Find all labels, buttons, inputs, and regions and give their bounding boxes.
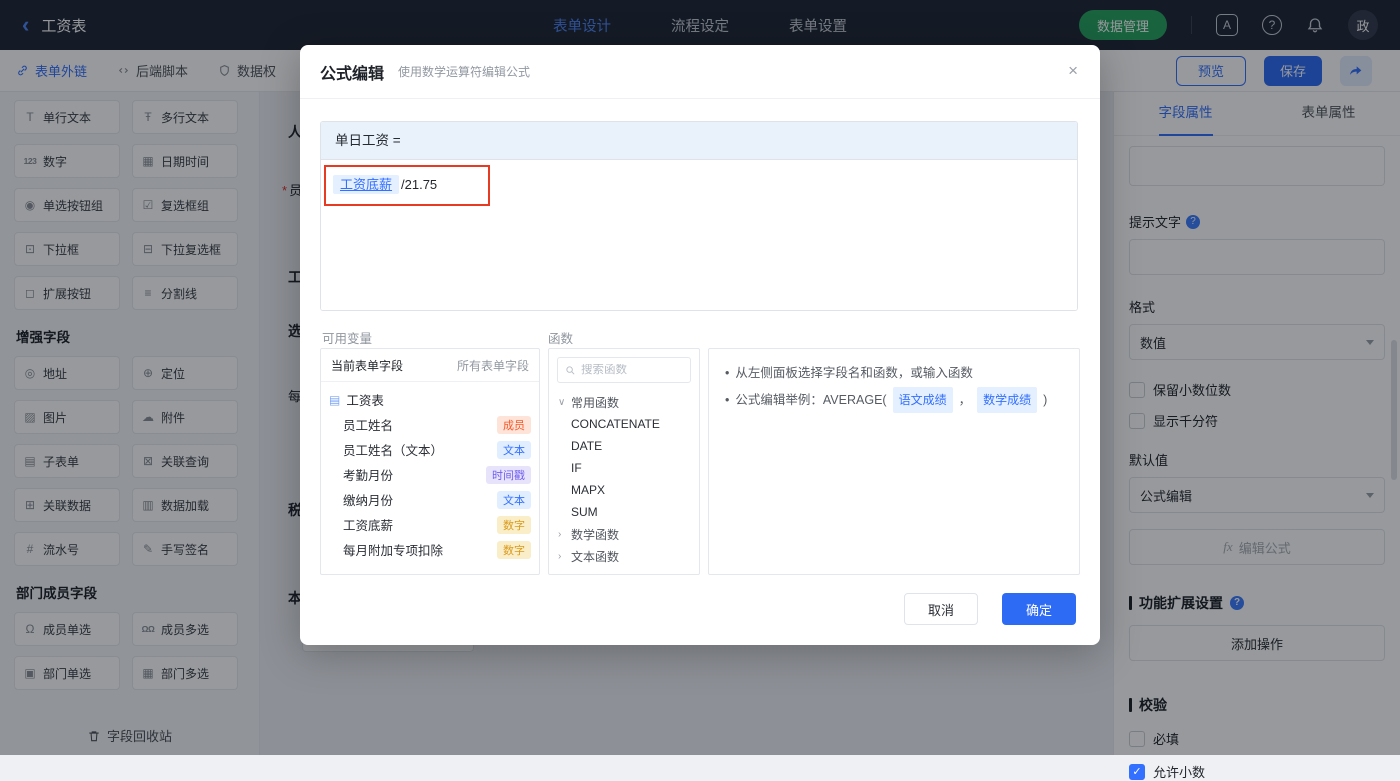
function-item[interactable]: CONCATENATE (549, 413, 699, 435)
function-item[interactable]: IF (549, 457, 699, 479)
function-group-common[interactable]: ∨ 常用函数 (549, 391, 699, 413)
variable-row[interactable]: 每月附加专项扣除数字 (329, 537, 531, 562)
confirm-button[interactable]: 确定 (1002, 593, 1076, 625)
modal-header: 公式编辑 使用数学运算符编辑公式 (300, 45, 1100, 99)
formula-editor-modal: 公式编辑 使用数学运算符编辑公式 × 单日工资 = 工资底薪/21.75 可用变… (300, 45, 1100, 645)
functions-panel: ∨ 常用函数 CONCATENATE DATE IF MAPX SUM › 数学… (548, 348, 700, 575)
field-type-tag: 文本 (497, 491, 531, 509)
function-item[interactable]: MAPX (549, 479, 699, 501)
function-item[interactable]: DATE (549, 435, 699, 457)
formula-editor-box: 单日工资 = 工资底薪/21.75 (320, 121, 1078, 311)
variables-panel: 当前表单字段 所有表单字段 ▤ 工资表 员工姓名成员 员工姓名（文本）文本 考勤… (320, 348, 540, 575)
function-search-input[interactable] (581, 364, 683, 376)
modal-title: 公式编辑 (320, 60, 384, 84)
formula-target: 单日工资 = (321, 122, 1077, 160)
function-group-text[interactable]: › 文本函数 (549, 545, 699, 567)
example-field-chip: 语文成绩 (893, 387, 953, 413)
formula-field-chip[interactable]: 工资底薪 (333, 175, 399, 194)
close-icon[interactable]: × (1068, 61, 1078, 81)
variable-row[interactable]: 员工姓名成员 (329, 412, 531, 437)
chevron-down-icon: ∨ (558, 397, 566, 408)
bullet-icon: • (725, 388, 729, 412)
document-icon: ▤ (329, 393, 340, 407)
allow-decimal-checkbox[interactable]: ✓ 允许小数 (1129, 762, 1385, 781)
variables-tree-root[interactable]: ▤ 工资表 (329, 387, 531, 412)
tab-all-form-fields[interactable]: 所有表单字段 (457, 357, 529, 374)
field-type-tag: 成员 (497, 416, 531, 434)
bullet-icon: • (725, 361, 729, 385)
help-line-1: 从左侧面板选择字段名和函数，或输入函数 (735, 361, 973, 385)
modal-subtitle: 使用数学运算符编辑公式 (398, 63, 530, 80)
function-item[interactable]: SUM (549, 501, 699, 523)
example-close-paren: ) (1043, 388, 1047, 412)
field-type-tag: 数字 (497, 516, 531, 534)
function-search-box[interactable] (557, 357, 691, 383)
checkbox-checked-box: ✓ (1129, 764, 1145, 780)
variable-row[interactable]: 工资底薪数字 (329, 512, 531, 537)
functions-label: 函数 (548, 328, 573, 347)
example-field-chip: 数学成绩 (977, 387, 1037, 413)
formula-expression: /21.75 (401, 177, 437, 192)
function-group-math[interactable]: › 数学函数 (549, 523, 699, 545)
field-type-tag: 数字 (497, 541, 531, 559)
example-comma: ， (959, 388, 972, 412)
variable-row[interactable]: 缴纳月份文本 (329, 487, 531, 512)
formula-help-panel: • 从左侧面板选择字段名和函数，或输入函数 • 公式编辑举例：AVERAGE( … (708, 348, 1080, 575)
field-type-tag: 时间戳 (486, 466, 531, 484)
variable-row[interactable]: 考勤月份时间戳 (329, 462, 531, 487)
variable-row[interactable]: 员工姓名（文本）文本 (329, 437, 531, 462)
formula-input-area[interactable]: 工资底薪/21.75 (321, 160, 1077, 310)
field-type-tag: 文本 (497, 441, 531, 459)
cancel-button[interactable]: 取消 (904, 593, 978, 625)
tab-current-form-fields[interactable]: 当前表单字段 (331, 357, 403, 374)
help-example-label: 公式编辑举例：AVERAGE( (735, 388, 886, 412)
search-icon (565, 365, 576, 376)
chevron-right-icon: › (558, 529, 566, 540)
chevron-right-icon: › (558, 551, 566, 562)
variables-label: 可用变量 (322, 328, 372, 347)
